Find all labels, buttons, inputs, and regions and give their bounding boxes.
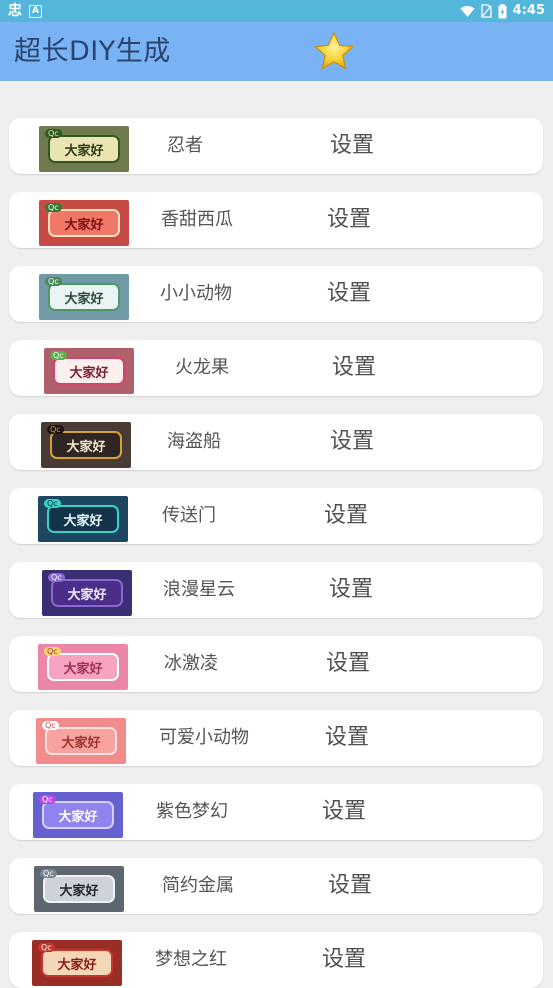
qc-badge: Qc <box>45 203 62 212</box>
settings-button[interactable]: 设置 <box>322 784 366 840</box>
style-name: 简约金属 <box>162 875 234 896</box>
status-bar-left: 忠 A <box>8 2 42 20</box>
preview-bubble-text: 大家好 <box>50 431 122 459</box>
style-name: 可爱小动物 <box>159 727 249 748</box>
settings-button[interactable]: 设置 <box>328 858 372 914</box>
status-bar-right: 4:45 <box>460 2 545 20</box>
settings-button[interactable]: 设置 <box>324 488 368 544</box>
list-item[interactable]: 大家好 Qc 忍者 设置 <box>9 118 543 174</box>
settings-button[interactable]: 设置 <box>332 340 376 396</box>
settings-button[interactable]: 设置 <box>330 414 374 470</box>
settings-button[interactable]: 设置 <box>326 636 370 692</box>
qc-badge: Qc <box>40 869 57 878</box>
qc-badge: Qc <box>45 277 62 286</box>
status-bar: 忠 A 4:45 <box>0 0 553 22</box>
qc-badge: Qc <box>44 647 61 656</box>
preview-bubble-text: 大家好 <box>47 653 119 681</box>
style-name: 火龙果 <box>175 357 229 378</box>
style-preview-thumbnail: 大家好 Qc <box>41 422 131 468</box>
style-name: 浪漫星云 <box>163 579 235 600</box>
list-item[interactable]: 大家好 Qc 浪漫星云 设置 <box>9 562 543 618</box>
list-item[interactable]: 大家好 Qc 梦想之红 设置 <box>9 932 543 988</box>
qc-badge: Qc <box>48 573 65 582</box>
status-time: 4:45 <box>512 3 545 18</box>
qc-badge: Qc <box>39 795 56 804</box>
settings-button[interactable]: 设置 <box>327 192 371 248</box>
preview-bubble-text: 大家好 <box>48 209 120 237</box>
style-preview-thumbnail: 大家好 Qc <box>33 792 123 838</box>
list-item[interactable]: 大家好 Qc 香甜西瓜 设置 <box>9 192 543 248</box>
style-preview-thumbnail: 大家好 Qc <box>42 570 132 616</box>
preview-bubble-text: 大家好 <box>45 727 117 755</box>
style-name: 香甜西瓜 <box>161 209 233 230</box>
app-header: 超长DIY生成 <box>0 22 553 81</box>
preview-bubble-text: 大家好 <box>48 135 120 163</box>
style-preview-thumbnail: 大家好 Qc <box>36 718 126 764</box>
style-name: 传送门 <box>162 505 216 526</box>
preview-bubble-text: 大家好 <box>41 949 113 977</box>
settings-button[interactable]: 设置 <box>330 118 374 174</box>
style-preview-thumbnail: 大家好 Qc <box>39 274 129 320</box>
style-list: 大家好 Qc 忍者 设置 大家好 Qc 香甜西瓜 设置 大家好 Qc 小小动物 设置 大家好 Qc 火龙果设… <box>0 81 553 988</box>
list-item[interactable]: 大家好 Qc 小小动物 设置 <box>9 266 543 322</box>
qc-badge: Qc <box>42 721 59 730</box>
list-item[interactable]: 大家好 Qc 简约金属 设置 <box>9 858 543 914</box>
preview-bubble-text: 大家好 <box>43 875 115 903</box>
no-sim-icon <box>481 4 492 18</box>
star-icon[interactable] <box>312 30 356 74</box>
qc-badge: Qc <box>38 943 55 952</box>
style-preview-thumbnail: 大家好 Qc <box>32 940 122 986</box>
list-item[interactable]: 大家好 Qc 海盗船 设置 <box>9 414 543 470</box>
style-name: 梦想之红 <box>155 949 227 970</box>
battery-icon <box>498 3 507 18</box>
preview-bubble-text: 大家好 <box>53 357 125 385</box>
a-notification-icon: A <box>29 4 42 18</box>
app-notification-icon: 忠 <box>8 3 22 19</box>
preview-bubble-text: 大家好 <box>47 505 119 533</box>
style-preview-thumbnail: 大家好 Qc <box>34 866 124 912</box>
preview-bubble-text: 大家好 <box>42 801 114 829</box>
style-preview-thumbnail: 大家好 Qc <box>38 496 128 542</box>
style-name: 忍者 <box>167 135 203 156</box>
wifi-icon <box>460 5 475 17</box>
style-preview-thumbnail: 大家好 Qc <box>44 348 134 394</box>
list-item[interactable]: 大家好 Qc 紫色梦幻 设置 <box>9 784 543 840</box>
style-name: 紫色梦幻 <box>156 801 228 822</box>
settings-button[interactable]: 设置 <box>325 710 369 766</box>
page-title: 超长DIY生成 <box>14 36 171 67</box>
qc-badge: Qc <box>50 351 67 360</box>
settings-button[interactable]: 设置 <box>327 266 371 322</box>
style-preview-thumbnail: 大家好 Qc <box>39 200 129 246</box>
qc-badge: Qc <box>45 129 62 138</box>
style-name: 冰激凌 <box>164 653 218 674</box>
preview-bubble-text: 大家好 <box>48 283 120 311</box>
style-preview-thumbnail: 大家好 Qc <box>38 644 128 690</box>
list-item[interactable]: 大家好 Qc 冰激凌 设置 <box>9 636 543 692</box>
style-name: 小小动物 <box>160 283 232 304</box>
style-preview-thumbnail: 大家好 Qc <box>39 126 129 172</box>
settings-button[interactable]: 设置 <box>329 562 373 618</box>
list-item[interactable]: 大家好 Qc 可爱小动物 设置 <box>9 710 543 766</box>
settings-button[interactable]: 设置 <box>322 932 366 988</box>
style-name: 海盗船 <box>167 431 221 452</box>
qc-badge: Qc <box>47 425 64 434</box>
list-item[interactable]: 大家好 Qc 传送门 设置 <box>9 488 543 544</box>
qc-badge: Qc <box>44 499 61 508</box>
list-item[interactable]: 大家好 Qc 火龙果 设置 <box>9 340 543 396</box>
preview-bubble-text: 大家好 <box>51 579 123 607</box>
